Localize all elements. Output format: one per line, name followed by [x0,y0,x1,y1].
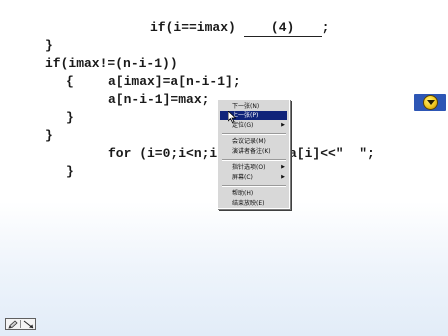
menu-item-speaker-notes[interactable]: 演讲者备注(K) [220,147,287,156]
action-button-icon [423,95,438,110]
menu-item-label: 定位(G) [232,122,254,129]
code-line-1: if(i==imax) (4); [150,20,329,37]
slideshow-toolbar [5,318,36,330]
menu-separator [222,133,286,135]
menu-item-label: 结束放映(E) [232,200,265,207]
code-line-5: a[n-i-1]=max; [108,92,210,107]
code-line-8-start: for (i=0;i<n;i [108,146,218,161]
menu-item-label: 会议记录(M) [232,138,266,145]
code-line-7: } [45,128,53,143]
code-line-6: } [66,110,74,125]
code-text: if(i==imax) [150,20,244,35]
menu-item-label: 屏幕(C) [232,174,253,181]
submenu-arrow-icon: ▶ [281,174,285,180]
code-line-4-brace: { [66,74,74,89]
code-line-9: } [66,164,74,179]
slide-canvas[interactable]: if(i==imax) (4); } if(imax!=(n-i-1)) { a… [0,0,448,336]
fill-in-blank: (4) [243,20,322,37]
toolbar-divider [20,320,21,328]
pen-icon[interactable] [8,320,18,329]
submenu-arrow-icon: ▶ [281,164,285,170]
menu-item-next[interactable]: 下一张(N) [220,102,287,111]
menu-item-end-show[interactable]: 结束放映(E) [220,199,287,208]
triangle-down-icon [427,100,435,105]
menu-item-label: 演讲者备注(K) [232,148,271,155]
mouse-pointer-icon [228,111,236,123]
code-text: ; [321,20,330,35]
menu-item-meeting-minder[interactable]: 会议记录(M) [220,137,287,146]
menu-item-label: 指针选项(O) [232,164,266,171]
code-line-3: if(imax!=(n-i-1)) [45,56,178,71]
menu-separator [222,159,286,161]
code-line-4: a[imax]=a[n-i-1]; [108,74,241,89]
menu-item-screen[interactable]: 屏幕(C) ▶ [220,173,287,182]
code-line-2: } [45,38,53,53]
submenu-arrow-icon: ▶ [281,122,285,128]
blank-label: (4) [270,20,295,35]
menu-separator [222,185,286,187]
menu-item-label: 帮助(H) [232,190,254,197]
code-line-8-end: a[i]<<" "; [289,146,375,161]
arrow-icon[interactable] [23,320,34,329]
menu-item-label: 下一张(N) [232,103,260,110]
menu-item-help[interactable]: 帮助(H) [220,189,287,198]
action-button[interactable] [414,94,446,111]
menu-item-pointer-options[interactable]: 指针选项(O) ▶ [220,163,287,172]
